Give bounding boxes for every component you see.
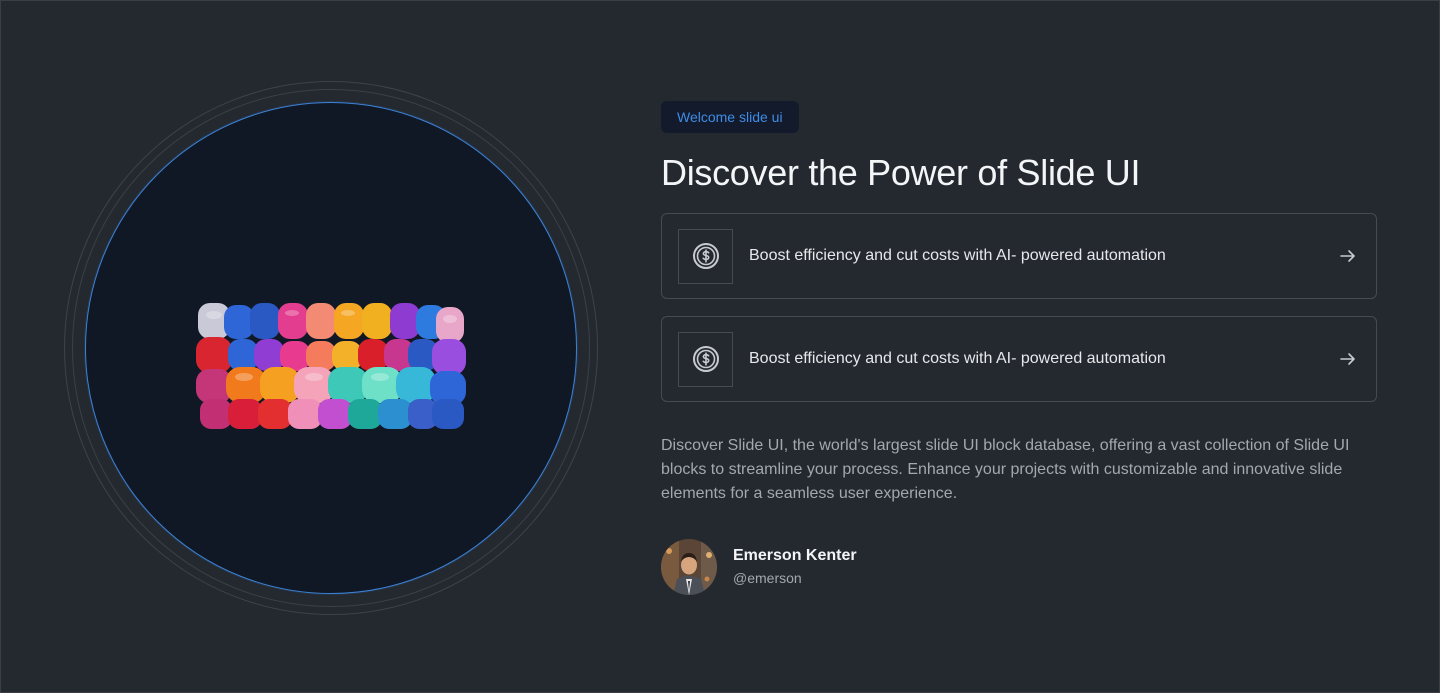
content-panel: Welcome slide ui Discover the Power of S… (661, 101, 1377, 595)
arrow-right-icon[interactable] (1338, 246, 1358, 266)
page-title: Discover the Power of Slide UI (661, 152, 1141, 193)
feature-card-1[interactable]: Boost efficiency and cut costs with AI- … (661, 213, 1377, 299)
author-block: Emerson Kenter @emerson (661, 539, 1377, 595)
dollar-circle-icon (692, 243, 719, 269)
feature-text: Boost efficiency and cut costs with AI- … (749, 247, 1166, 264)
page: Welcome slide ui Discover the Power of S… (0, 0, 1440, 693)
author-info: Emerson Kenter @emerson (733, 546, 857, 588)
arrow-right-icon[interactable] (1338, 349, 1358, 369)
welcome-badge: Welcome slide ui (661, 101, 799, 133)
description-text: Discover Slide UI, the world's largest s… (661, 437, 1350, 502)
sofa-image (196, 303, 466, 429)
feature-card-2[interactable]: Boost efficiency and cut costs with AI- … (661, 316, 1377, 402)
dollar-circle-icon (692, 346, 719, 372)
author-name: Emerson Kenter (733, 547, 857, 564)
author-handle: @emerson (733, 570, 802, 586)
card-icon-box (678, 228, 733, 284)
card-icon-box (678, 331, 733, 387)
feature-text: Boost efficiency and cut costs with AI- … (749, 350, 1166, 367)
hero-visual (64, 81, 598, 615)
avatar (661, 539, 717, 595)
